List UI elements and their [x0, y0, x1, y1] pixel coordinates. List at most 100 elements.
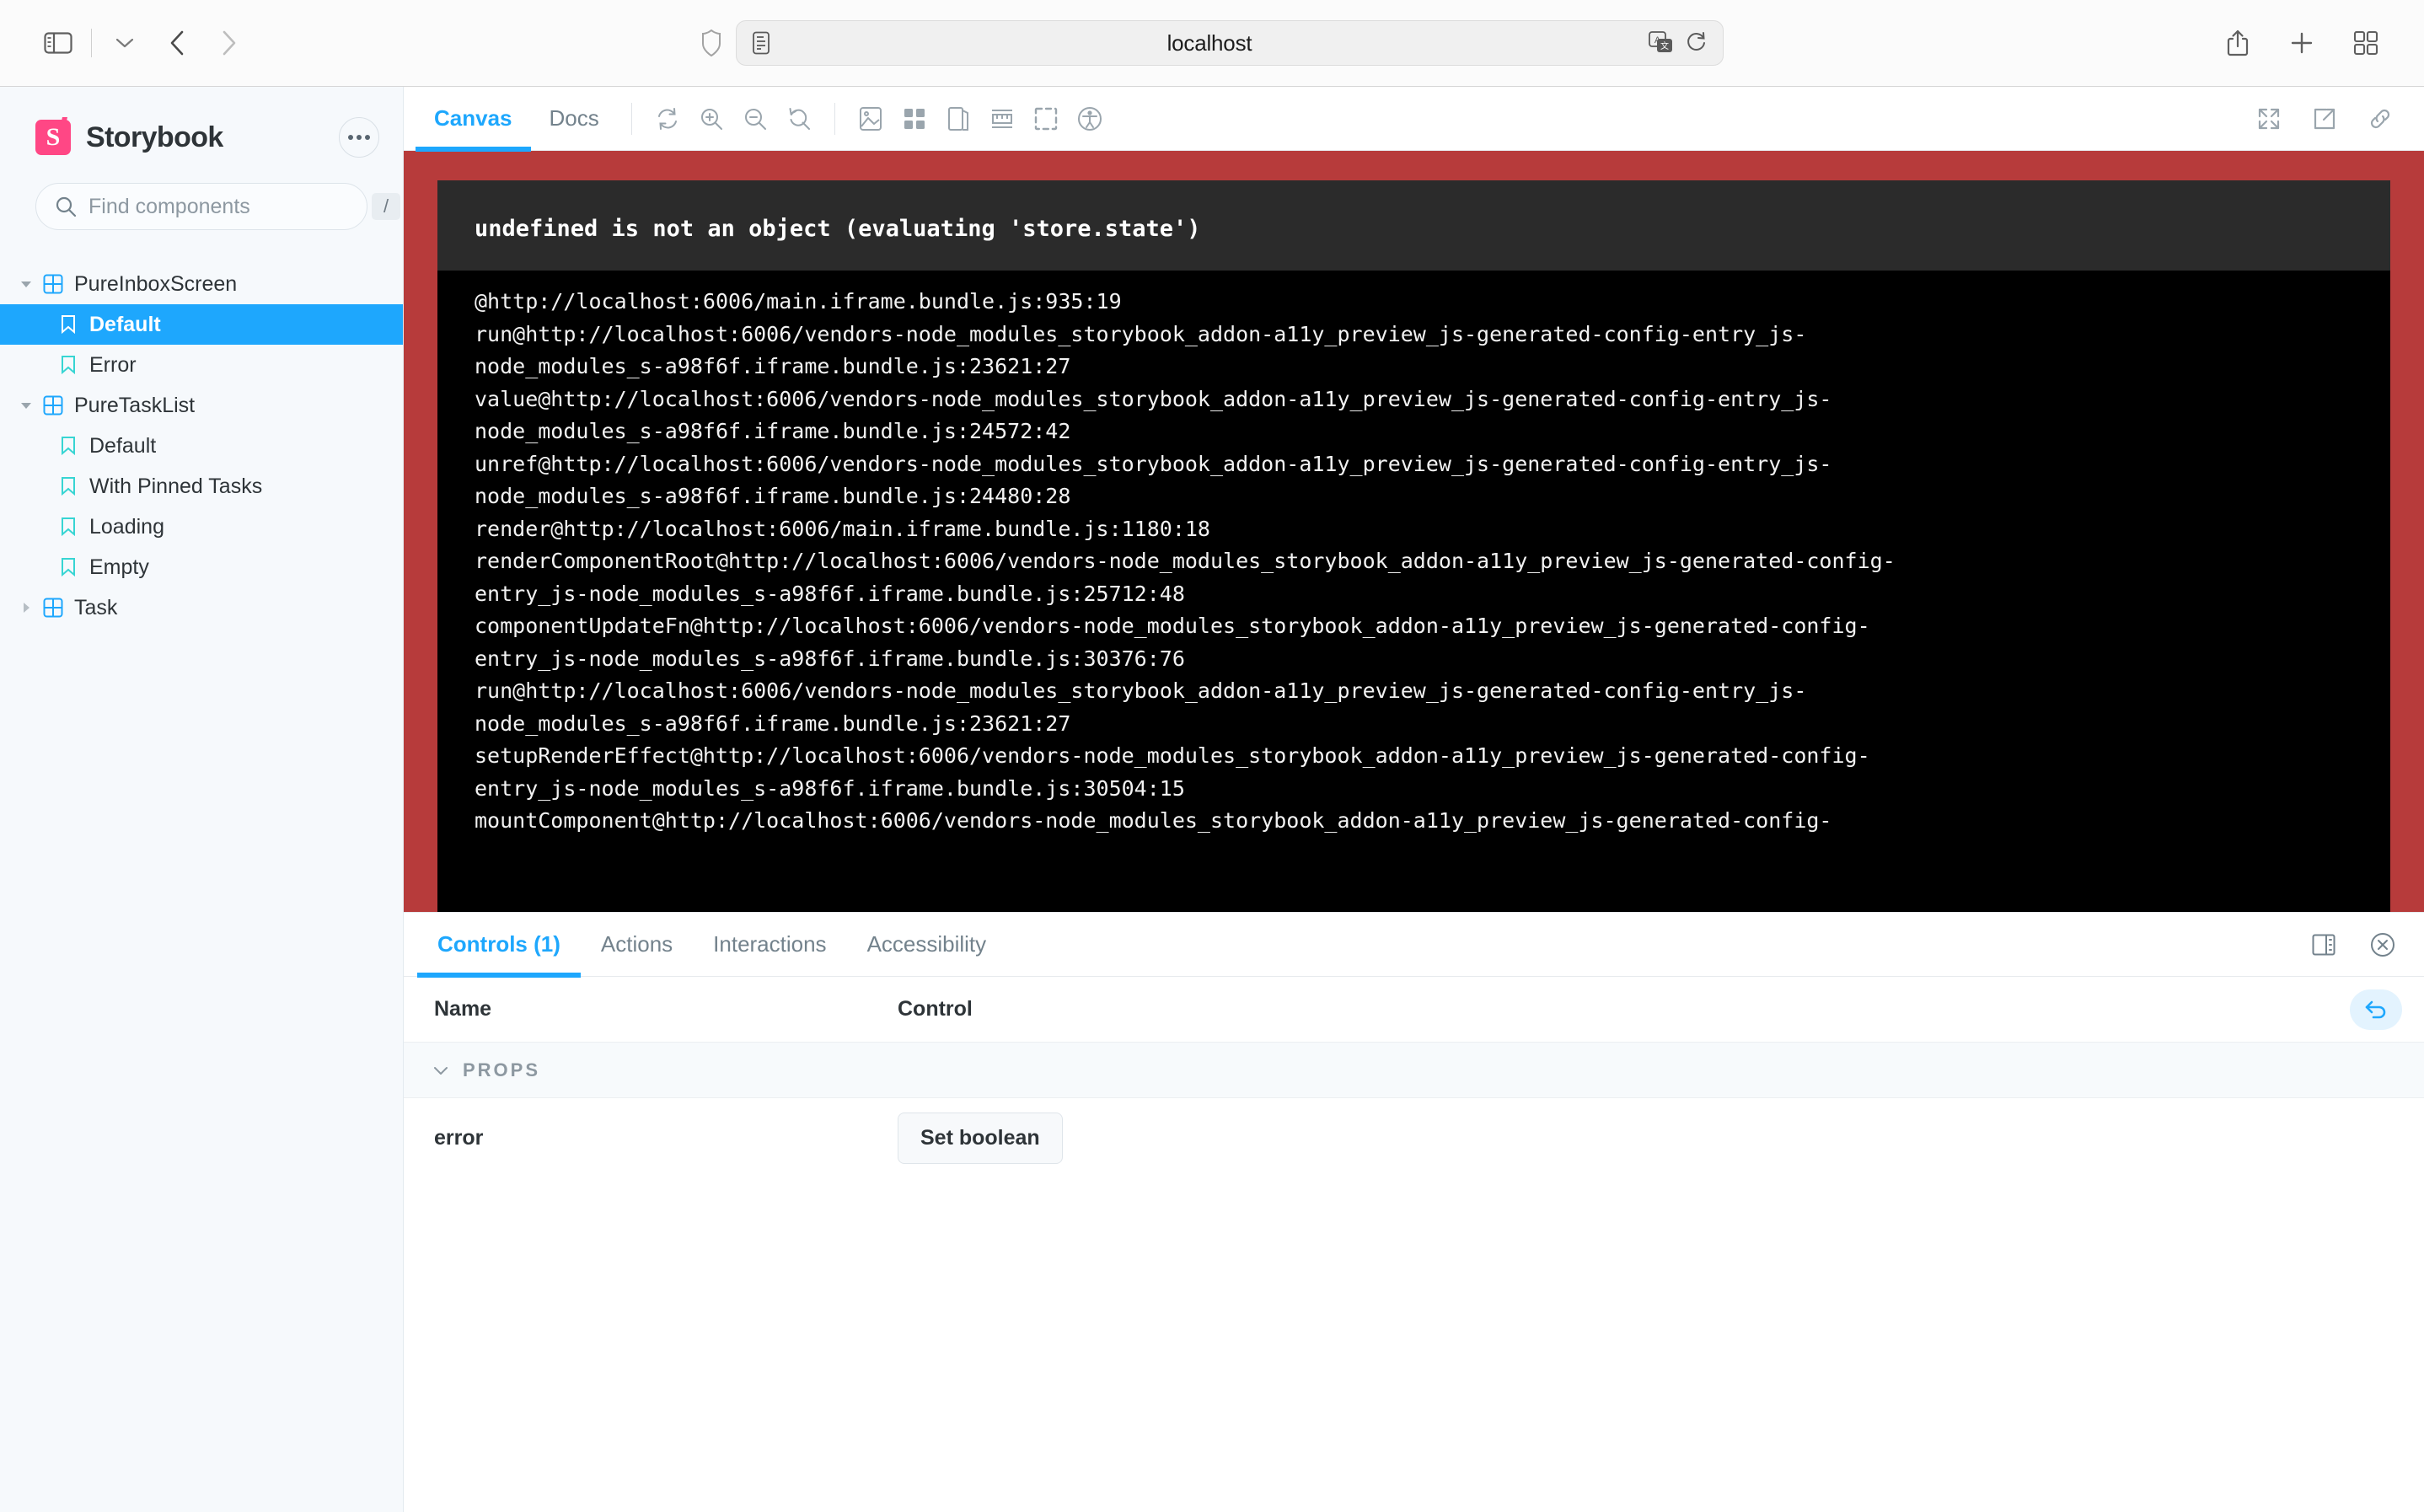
- remount-icon[interactable]: [646, 97, 689, 141]
- browser-nav-controls: [32, 17, 255, 69]
- tree-item-label: Empty: [84, 555, 149, 580]
- tree-item-label: PureInboxScreen: [69, 272, 237, 297]
- controls-empty-space: [404, 1177, 2424, 1512]
- tree-item-label: With Pinned Tasks: [84, 475, 262, 499]
- stack-trace-line: entry_js-node_modules_s-a98f6f.iframe.bu…: [475, 578, 2390, 611]
- tab-interactions[interactable]: Interactions: [693, 913, 846, 977]
- sidebar-item-task[interactable]: Task: [0, 587, 403, 628]
- story-bookmark-icon: [52, 476, 84, 496]
- stack-trace-line: node_modules_s-a98f6f.iframe.bundle.js:2…: [475, 708, 2390, 741]
- story-canvas: undefined is not an object (evaluating '…: [404, 151, 2424, 912]
- tree-item-label: Default: [84, 434, 156, 458]
- tree-item-label: Default: [84, 313, 161, 337]
- story-bookmark-icon: [52, 355, 84, 375]
- stack-trace-line: mountComponent@http://localhost:6006/ven…: [475, 805, 2390, 838]
- stack-trace-line: componentUpdateFn@http://localhost:6006/…: [475, 610, 2390, 643]
- storybook-logo-icon: S: [35, 120, 71, 155]
- sidebar-menu-button[interactable]: [339, 117, 379, 158]
- address-bar[interactable]: localhost A 文: [736, 20, 1724, 66]
- controls-group-props[interactable]: PROPS: [404, 1043, 2424, 1098]
- plus-icon[interactable]: [2276, 17, 2328, 69]
- dot-icon: [365, 135, 370, 140]
- tab-overview-icon[interactable]: [2340, 17, 2392, 69]
- accessibility-icon[interactable]: [1068, 97, 1112, 141]
- outline-icon[interactable]: [1024, 97, 1068, 141]
- main-area: Canvas Docs: [404, 87, 2424, 1512]
- caret-right-icon[interactable]: [15, 601, 37, 614]
- sidebar-item-puretasklist-with-pinned-tasks[interactable]: With Pinned Tasks: [0, 466, 403, 507]
- caret-down-icon[interactable]: [15, 279, 37, 289]
- stack-trace-line: unref@http://localhost:6006/vendors-node…: [475, 448, 2390, 481]
- sidebar-item-pureinboxscreen-default[interactable]: Default: [0, 304, 403, 345]
- stack-trace-line: run@http://localhost:6006/vendors-node_m…: [475, 319, 2390, 351]
- sidebar-item-puretasklist-empty[interactable]: Empty: [0, 547, 403, 587]
- reset-controls-button[interactable]: [2350, 989, 2402, 1030]
- search-icon: [55, 196, 77, 217]
- forward-icon[interactable]: [203, 17, 255, 69]
- story-bookmark-icon: [52, 517, 84, 537]
- sidebar: S Storybook /: [0, 87, 404, 1512]
- translate-icon[interactable]: A 文: [1649, 31, 1674, 55]
- sidebar-toggle-icon[interactable]: [32, 17, 84, 69]
- chevron-down-icon[interactable]: [99, 17, 151, 69]
- set-boolean-button[interactable]: Set boolean: [898, 1113, 1063, 1164]
- grid-icon[interactable]: [893, 97, 936, 141]
- url-text: localhost: [770, 30, 1649, 56]
- zoom-reset-icon[interactable]: [777, 97, 821, 141]
- sidebar-search-wrap: /: [0, 158, 403, 230]
- search-box[interactable]: /: [35, 183, 367, 230]
- component-grid-icon: [37, 274, 69, 294]
- sidebar-item-pureinboxscreen[interactable]: PureInboxScreen: [0, 264, 403, 304]
- story-bookmark-icon: [52, 557, 84, 577]
- copy-link-icon[interactable]: [2358, 97, 2402, 141]
- column-header-name: Name: [404, 997, 898, 1021]
- tab-canvas[interactable]: Canvas: [416, 87, 531, 151]
- caret-down-icon[interactable]: [15, 400, 37, 410]
- search-input[interactable]: [88, 195, 360, 219]
- back-icon[interactable]: [151, 17, 203, 69]
- shield-icon: [700, 29, 722, 57]
- chevron-down-icon: [432, 1064, 449, 1076]
- search-shortcut-badge: /: [372, 193, 400, 220]
- tab-docs[interactable]: Docs: [531, 87, 618, 151]
- brand-title: Storybook: [86, 121, 223, 154]
- sidebar-item-pureinboxscreen-error[interactable]: Error: [0, 345, 403, 385]
- controls-table-header: Name Control: [404, 977, 2424, 1043]
- error-title: undefined is not an object (evaluating '…: [437, 216, 2390, 271]
- zoom-out-icon[interactable]: [733, 97, 777, 141]
- reader-view-icon[interactable]: [752, 31, 770, 55]
- close-circle-icon[interactable]: [2363, 925, 2402, 964]
- tab-actions[interactable]: Actions: [581, 913, 693, 977]
- error-stack-trace: @http://localhost:6006/main.iframe.bundl…: [437, 271, 2390, 912]
- tree-item-label: Loading: [84, 515, 164, 539]
- viewport-icon[interactable]: [936, 97, 980, 141]
- stack-trace-line: node_modules_s-a98f6f.iframe.bundle.js:2…: [475, 351, 2390, 383]
- stack-trace-line: run@http://localhost:6006/vendors-node_m…: [475, 675, 2390, 708]
- sidebar-item-puretasklist-loading[interactable]: Loading: [0, 507, 403, 547]
- tree-item-label: PureTaskList: [69, 394, 195, 418]
- sidebar-item-puretasklist-default[interactable]: Default: [0, 426, 403, 466]
- panel-position-icon[interactable]: [2304, 925, 2343, 964]
- toolbar-divider: [631, 103, 632, 135]
- stack-trace-line: node_modules_s-a98f6f.iframe.bundle.js:2…: [475, 480, 2390, 513]
- stack-trace-line: value@http://localhost:6006/vendors-node…: [475, 383, 2390, 416]
- stack-trace-line: renderComponentRoot@http://localhost:600…: [475, 545, 2390, 578]
- share-icon[interactable]: [2212, 17, 2264, 69]
- zoom-in-icon[interactable]: [689, 97, 733, 141]
- svg-text:文: 文: [1660, 40, 1669, 51]
- measure-icon[interactable]: [980, 97, 1024, 141]
- controls-group-label: PROPS: [463, 1059, 540, 1081]
- stack-trace-line: node_modules_s-a98f6f.iframe.bundle.js:2…: [475, 416, 2390, 448]
- browser-chrome: localhost A 文: [0, 0, 2424, 87]
- reload-icon[interactable]: [1686, 31, 1708, 55]
- stack-trace-line: render@http://localhost:6006/main.iframe…: [475, 513, 2390, 546]
- open-new-tab-icon[interactable]: [2303, 97, 2346, 141]
- tree-item-label: Error: [84, 353, 137, 378]
- sidebar-item-puretasklist[interactable]: PureTaskList: [0, 385, 403, 426]
- tab-accessibility[interactable]: Accessibility: [847, 913, 1007, 977]
- fullscreen-icon[interactable]: [2247, 97, 2291, 141]
- tab-controls[interactable]: Controls (1): [417, 913, 581, 977]
- canvas-toolbar: Canvas Docs: [404, 87, 2424, 151]
- backgrounds-icon[interactable]: [849, 97, 893, 141]
- story-bookmark-icon: [52, 436, 84, 456]
